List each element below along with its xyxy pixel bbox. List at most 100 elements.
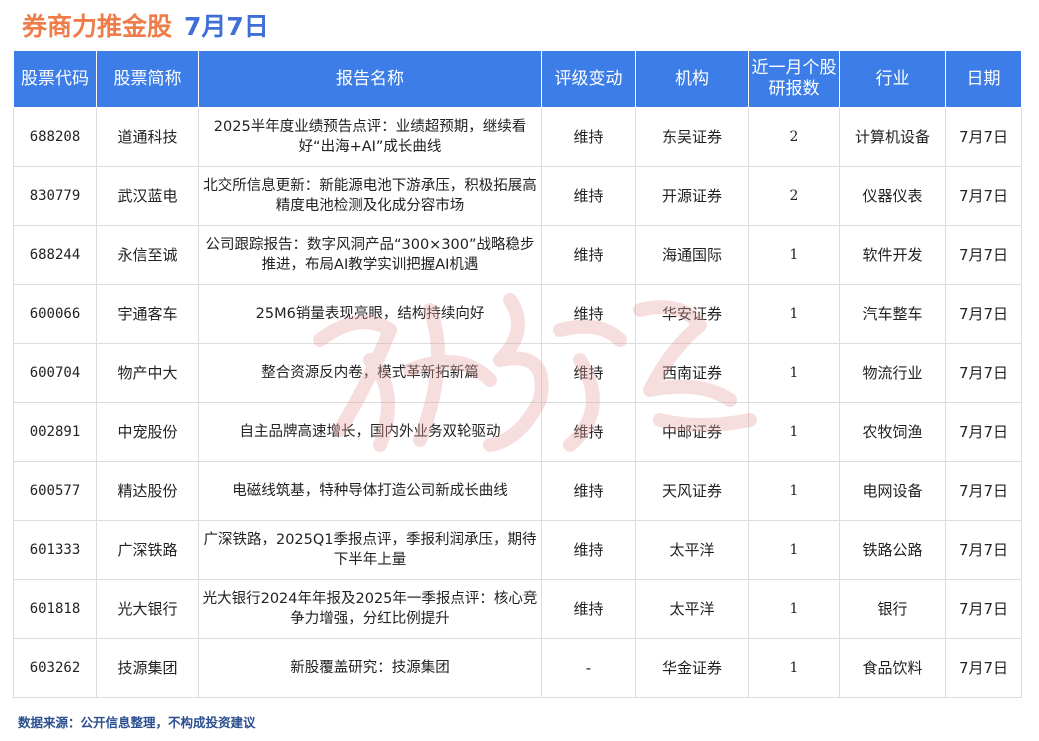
table-row: 600066 宇通客车 25M6销量表现亮眼，结构持续向好 维持 华安证券 1 汽车整车 7月… xyxy=(13,284,1022,344)
cell-count: 1 xyxy=(748,284,840,344)
cell-code: 830779 xyxy=(13,166,97,226)
cell-code: 600704 xyxy=(13,343,97,403)
cell-code: 601818 xyxy=(13,579,97,639)
table-header-row: 股票代码 股票简称 报告名称 评级变动 机构 近一月个股研报数 行业 日期 xyxy=(13,50,1022,108)
table-row: 601333 广深铁路 广深铁路，2025Q1季报点评，季报利润承压，期待下半年上量… xyxy=(13,520,1022,580)
cell-date: 7月7日 xyxy=(945,284,1022,344)
cell-rating: 维持 xyxy=(541,402,636,462)
cell-report: 整合资源反内卷，模式革新拓新篇 xyxy=(198,343,542,403)
title-main: 券商力推金股 xyxy=(22,12,173,41)
cell-rating: - xyxy=(541,638,636,698)
cell-rating: 维持 xyxy=(541,520,636,580)
cell-date: 7月7日 xyxy=(945,579,1022,639)
cell-name: 精达股份 xyxy=(96,461,199,521)
cell-industry: 计算机设备 xyxy=(839,107,946,167)
cell-report: 2025半年度业绩预告点评：业绩超预期，继续看好“出海+AI”成长曲线 xyxy=(198,107,542,167)
cell-name: 广深铁路 xyxy=(96,520,199,580)
cell-broker: 海通国际 xyxy=(635,225,749,285)
cell-count: 1 xyxy=(748,461,840,521)
cell-date: 7月7日 xyxy=(945,520,1022,580)
cell-industry: 农牧饲渔 xyxy=(839,402,946,462)
cell-name: 光大银行 xyxy=(96,579,199,639)
cell-industry: 仪器仪表 xyxy=(839,166,946,226)
cell-broker: 东吴证券 xyxy=(635,107,749,167)
table-row: 688208 道通科技 2025半年度业绩预告点评：业绩超预期，继续看好“出海+AI… xyxy=(13,107,1022,167)
cell-broker: 太平洋 xyxy=(635,520,749,580)
cell-code: 002891 xyxy=(13,402,97,462)
header-date: 日期 xyxy=(945,50,1022,108)
cell-broker: 太平洋 xyxy=(635,579,749,639)
cell-date: 7月7日 xyxy=(945,107,1022,167)
header-broker: 机构 xyxy=(635,50,749,108)
table-row: 688244 永信至诚 公司跟踪报告：数字风洞产品“300×300”战略稳步推进，布… xyxy=(13,225,1022,285)
cell-industry: 汽车整车 xyxy=(839,284,946,344)
stock-table: 股票代码 股票简称 报告名称 评级变动 机构 近一月个股研报数 行业 日期 68… xyxy=(13,50,1022,698)
cell-date: 7月7日 xyxy=(945,638,1022,698)
header-name: 股票简称 xyxy=(96,50,199,108)
table-row: 603262 技源集团 新股覆盖研究：技源集团 - 华金证券 1 食品饮料 7月7日 xyxy=(13,638,1022,698)
page-title: 券商力推金股 7月7日 xyxy=(22,6,269,44)
cell-industry: 软件开发 xyxy=(839,225,946,285)
cell-count: 2 xyxy=(748,107,840,167)
cell-report: 新股覆盖研究：技源集团 xyxy=(198,638,542,698)
cell-broker: 天风证券 xyxy=(635,461,749,521)
cell-report: 光大银行2024年年报及2025年一季报点评：核心竞争力增强，分红比例提升 xyxy=(198,579,542,639)
cell-name: 中宠股份 xyxy=(96,402,199,462)
cell-rating: 维持 xyxy=(541,343,636,403)
header-count: 近一月个股研报数 xyxy=(748,50,840,108)
cell-code: 688208 xyxy=(13,107,97,167)
cell-date: 7月7日 xyxy=(945,166,1022,226)
cell-report: 电磁线筑基，特种导体打造公司新成长曲线 xyxy=(198,461,542,521)
header-rating: 评级变动 xyxy=(541,50,636,108)
cell-industry: 银行 xyxy=(839,579,946,639)
cell-code: 603262 xyxy=(13,638,97,698)
cell-report: 25M6销量表现亮眼，结构持续向好 xyxy=(198,284,542,344)
cell-code: 600577 xyxy=(13,461,97,521)
cell-code: 601333 xyxy=(13,520,97,580)
cell-count: 1 xyxy=(748,579,840,639)
cell-count: 1 xyxy=(748,520,840,580)
cell-name: 武汉蓝电 xyxy=(96,166,199,226)
cell-rating: 维持 xyxy=(541,225,636,285)
table-row: 601818 光大银行 光大银行2024年年报及2025年一季报点评：核心竞争力增强… xyxy=(13,579,1022,639)
table-row: 600704 物产中大 整合资源反内卷，模式革新拓新篇 维持 西南证券 1 物流行业 7月7日 xyxy=(13,343,1022,403)
cell-broker: 华安证券 xyxy=(635,284,749,344)
cell-count: 1 xyxy=(748,225,840,285)
cell-report: 自主品牌高速增长，国内外业务双轮驱动 xyxy=(198,402,542,462)
cell-name: 技源集团 xyxy=(96,638,199,698)
cell-broker: 西南证券 xyxy=(635,343,749,403)
table-row: 600577 精达股份 电磁线筑基，特种导体打造公司新成长曲线 维持 天风证券 1 电网设备… xyxy=(13,461,1022,521)
cell-name: 物产中大 xyxy=(96,343,199,403)
cell-date: 7月7日 xyxy=(945,343,1022,403)
cell-industry: 电网设备 xyxy=(839,461,946,521)
cell-broker: 中邮证券 xyxy=(635,402,749,462)
cell-industry: 铁路公路 xyxy=(839,520,946,580)
cell-name: 永信至诚 xyxy=(96,225,199,285)
cell-broker: 华金证券 xyxy=(635,638,749,698)
cell-report: 公司跟踪报告：数字风洞产品“300×300”战略稳步推进，布局AI教学实训把握A… xyxy=(198,225,542,285)
cell-report: 北交所信息更新：新能源电池下游承压，积极拓展高精度电池检测及化成分容市场 xyxy=(198,166,542,226)
cell-report: 广深铁路，2025Q1季报点评，季报利润承压，期待下半年上量 xyxy=(198,520,542,580)
header-report: 报告名称 xyxy=(198,50,542,108)
cell-count: 2 xyxy=(748,166,840,226)
cell-industry: 物流行业 xyxy=(839,343,946,403)
cell-count: 1 xyxy=(748,638,840,698)
cell-count: 1 xyxy=(748,402,840,462)
cell-name: 道通科技 xyxy=(96,107,199,167)
cell-date: 7月7日 xyxy=(945,402,1022,462)
cell-industry: 食品饮料 xyxy=(839,638,946,698)
header-code: 股票代码 xyxy=(13,50,97,108)
cell-date: 7月7日 xyxy=(945,461,1022,521)
title-date: 7月7日 xyxy=(184,12,269,41)
cell-rating: 维持 xyxy=(541,284,636,344)
cell-name: 宇通客车 xyxy=(96,284,199,344)
cell-date: 7月7日 xyxy=(945,225,1022,285)
data-source-note: 数据来源：公开信息整理，不构成投资建议 xyxy=(18,715,256,730)
cell-code: 600066 xyxy=(13,284,97,344)
table-row: 830779 武汉蓝电 北交所信息更新：新能源电池下游承压，积极拓展高精度电池检测及… xyxy=(13,166,1022,226)
cell-broker: 开源证券 xyxy=(635,166,749,226)
cell-rating: 维持 xyxy=(541,166,636,226)
table-row: 002891 中宠股份 自主品牌高速增长，国内外业务双轮驱动 维持 中邮证券 1 农牧饲渔 7… xyxy=(13,402,1022,462)
header-industry: 行业 xyxy=(839,50,946,108)
cell-rating: 维持 xyxy=(541,579,636,639)
